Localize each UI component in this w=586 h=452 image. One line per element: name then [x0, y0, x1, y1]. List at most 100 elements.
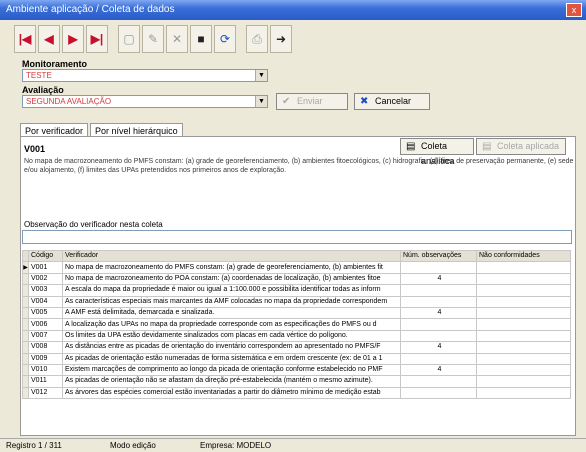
cell-nao-conformidades[interactable] [476, 318, 571, 331]
chevron-down-icon[interactable]: ▼ [255, 96, 267, 107]
save-button[interactable]: ■ [190, 25, 212, 53]
cell-nao-conformidades[interactable] [476, 295, 571, 308]
cell-num-observacoes[interactable] [400, 329, 477, 343]
close-button[interactable]: x [566, 3, 582, 17]
cell-verificador[interactable]: Os limites da UPA estão devidamente sina… [62, 329, 401, 343]
cell-codigo[interactable]: V004 [28, 295, 63, 308]
cell-nao-conformidades[interactable] [476, 341, 571, 354]
next-record-button[interactable]: ▶ [62, 25, 84, 53]
table-row[interactable]: V009 As picadas de orientação estão numer… [22, 352, 571, 365]
cell-codigo[interactable]: V009 [28, 352, 63, 365]
status-bar: Registro 1 / 311 Modo edição Empresa: MO… [0, 438, 586, 452]
cell-nao-conformidades[interactable] [476, 375, 571, 388]
cell-verificador[interactable]: A escala do mapa da propriedade é maior … [62, 284, 401, 297]
cell-nao-conformidades[interactable] [476, 329, 571, 343]
cell-verificador[interactable]: As características especiais mais marcan… [62, 295, 401, 308]
cell-nao-conformidades[interactable] [476, 363, 571, 377]
exit-button[interactable]: ➜ [270, 25, 292, 53]
title-bar: Ambiente aplicação / Coleta de dados x [0, 0, 586, 20]
table-row[interactable]: V002 No mapa de macrozoneamento do POA co… [22, 272, 571, 286]
table-row[interactable]: V005 A AMF está delimitada, demarcada e s… [22, 306, 571, 320]
cell-codigo[interactable]: V006 [28, 318, 63, 331]
cell-verificador[interactable]: Existem marcações de comprimento ao long… [62, 363, 401, 377]
observacao-label: Observação do verificador nesta coleta [24, 220, 163, 229]
cell-nao-conformidades[interactable] [476, 284, 571, 297]
cell-num-observacoes[interactable]: 4 [400, 272, 477, 286]
cell-num-observacoes[interactable]: 4 [400, 341, 477, 354]
cell-num-observacoes[interactable] [400, 318, 477, 331]
last-record-button[interactable]: ▶| [86, 25, 108, 53]
monitoramento-select[interactable]: TESTE ▼ [22, 69, 268, 82]
cell-codigo[interactable]: V010 [28, 363, 63, 377]
avaliacao-select[interactable]: SEGUNDA AVALIAÇÃO ▼ [22, 95, 268, 108]
navigation-toolbar: |◀ ◀ ▶ ▶| ▢ ✎ ✕ ■ ⟳ ⎙ ➜ [14, 22, 292, 56]
column-header-codigo[interactable]: Código [28, 249, 63, 263]
cell-codigo[interactable]: V011 [28, 375, 63, 388]
chevron-down-icon[interactable]: ▼ [255, 70, 267, 81]
column-header-verificador[interactable]: Verificador [62, 249, 401, 263]
table-row[interactable]: V008 As distâncias entre as picadas de or… [22, 341, 571, 354]
cell-num-observacoes[interactable]: 4 [400, 363, 477, 377]
enviar-button[interactable]: ✔ Enviar [276, 93, 348, 110]
cell-verificador[interactable]: A localização das UPAs no mapa da propri… [62, 318, 401, 331]
observacao-input[interactable] [22, 230, 572, 244]
table-row[interactable]: V004 As características especiais mais ma… [22, 295, 571, 308]
enviar-label: Enviar [297, 96, 323, 106]
coleta-analitica-button[interactable]: ▤ Coleta analítica [400, 138, 474, 166]
cell-codigo[interactable]: V008 [28, 341, 63, 354]
status-empresa: Empresa: MODELO [200, 441, 272, 450]
table-row[interactable]: V006 A localização das UPAs no mapa da pr… [22, 318, 571, 331]
verificador-code: V001 [24, 144, 46, 154]
cell-codigo[interactable]: V005 [28, 306, 63, 320]
edit-record-button[interactable]: ✎ [142, 25, 164, 53]
cancel-icon: ✖ [360, 96, 369, 107]
cell-codigo[interactable]: V012 [28, 386, 63, 400]
cell-num-observacoes[interactable] [400, 375, 477, 388]
refresh-button[interactable]: ⟳ [214, 25, 236, 53]
cell-num-observacoes[interactable] [400, 352, 477, 365]
cell-num-observacoes[interactable] [400, 386, 477, 400]
document-icon: ▤ [482, 141, 492, 152]
cell-verificador[interactable]: As picadas de orientação estão numeradas… [62, 352, 401, 365]
check-icon: ✔ [282, 96, 291, 107]
cell-nao-conformidades[interactable] [476, 306, 571, 320]
cell-verificador[interactable]: As distâncias entre as picadas de orient… [62, 341, 401, 354]
table-row[interactable]: V007 Os limites da UPA estão devidamente … [22, 329, 571, 343]
cell-nao-conformidades[interactable] [476, 261, 571, 274]
cell-nao-conformidades[interactable] [476, 386, 571, 400]
cancelar-button[interactable]: ✖ Cancelar [354, 93, 430, 110]
previous-record-button[interactable]: ◀ [38, 25, 60, 53]
first-record-button[interactable]: |◀ [14, 25, 36, 53]
cell-codigo[interactable]: V003 [28, 284, 63, 297]
status-registro: Registro 1 / 311 [6, 441, 62, 450]
coleta-aplicada-button[interactable]: ▤ Coleta aplicada [476, 138, 566, 155]
cell-codigo[interactable]: V007 [28, 329, 63, 343]
table-row[interactable]: V011 As picadas de orientação não se afas… [22, 375, 571, 388]
cell-nao-conformidades[interactable] [476, 272, 571, 286]
cell-num-observacoes[interactable]: 4 [400, 306, 477, 320]
verificador-description: No mapa de macrozoneamento do PMFS const… [24, 158, 574, 174]
column-header-num-observacoes[interactable]: Núm. observações [400, 249, 477, 263]
table-row[interactable]: V003 A escala do mapa da propriedade é ma… [22, 284, 571, 297]
delete-record-button[interactable]: ✕ [166, 25, 188, 53]
cell-verificador[interactable]: As picadas de orientação não se afastam … [62, 375, 401, 388]
print-button[interactable]: ⎙ [246, 25, 268, 53]
cell-verificador[interactable]: No mapa de macrozoneamento do PMFS const… [62, 261, 401, 274]
row-selector[interactable]: ▶ [22, 261, 29, 274]
table-row[interactable]: ▶ V001 No mapa de macrozoneamento do PMFS … [22, 261, 571, 274]
cell-codigo[interactable]: V001 [28, 261, 63, 274]
new-record-button[interactable]: ▢ [118, 25, 140, 53]
cell-num-observacoes[interactable] [400, 284, 477, 297]
cell-verificador[interactable]: As árvores das espécies comercial estão … [62, 386, 401, 400]
table-row[interactable]: V012 As árvores das espécies comercial es… [22, 386, 571, 400]
cell-num-observacoes[interactable] [400, 295, 477, 308]
column-header-nao-conformidades[interactable]: Não conformidades [476, 249, 571, 263]
cell-verificador[interactable]: A AMF está delimitada, demarcada e sinal… [62, 306, 401, 320]
verificadores-table: Código Verificador Núm. observações Não … [22, 249, 571, 400]
cell-num-observacoes[interactable] [400, 261, 477, 274]
cell-verificador[interactable]: No mapa de macrozoneamento do POA consta… [62, 272, 401, 286]
avaliacao-value: SEGUNDA AVALIAÇÃO [26, 97, 112, 106]
cell-nao-conformidades[interactable] [476, 352, 571, 365]
cell-codigo[interactable]: V002 [28, 272, 63, 286]
table-row[interactable]: V010 Existem marcações de comprimento ao … [22, 363, 571, 377]
